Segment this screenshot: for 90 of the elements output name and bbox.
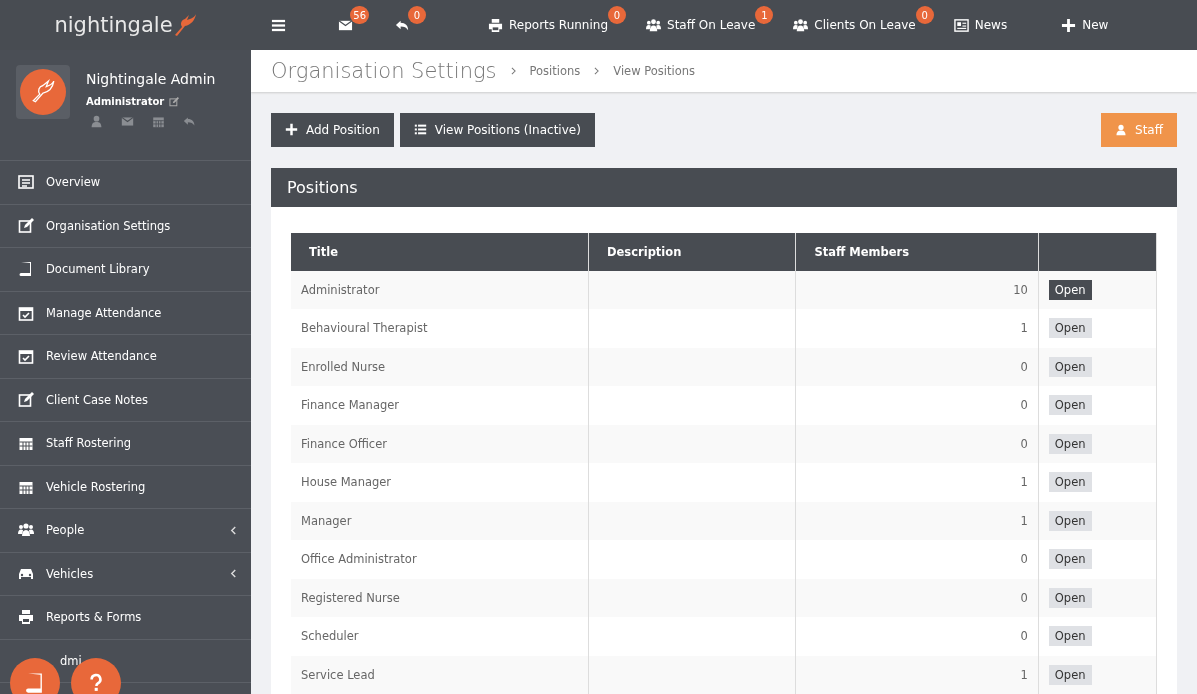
table-cell: 0 — [795, 347, 1039, 386]
open-button[interactable]: Open — [1048, 395, 1092, 416]
group-icon — [646, 17, 662, 33]
open-button[interactable]: Open — [1048, 472, 1092, 493]
open-button[interactable]: Open — [1048, 279, 1092, 300]
newspaper-icon — [953, 17, 969, 33]
table-cell: 1 — [795, 501, 1039, 540]
user-role: Administrator — [86, 96, 165, 107]
breadcrumb-link[interactable]: Positions — [529, 63, 581, 78]
table-cell: 0 — [795, 617, 1039, 656]
sidebar-item[interactable]: Staff Rostering — [0, 422, 251, 466]
group-icon — [18, 522, 34, 539]
topbar-button[interactable]: New — [1055, 0, 1115, 50]
logo-text: nightingale — [54, 13, 173, 37]
envelope-icon[interactable] — [121, 115, 134, 128]
column-header: Title — [291, 232, 589, 271]
table-cell: House Manager — [291, 463, 589, 502]
table-cell: 10 — [795, 270, 1039, 309]
person-icon — [1115, 123, 1128, 136]
open-button[interactable]: Open — [1048, 587, 1092, 608]
page-title: Organisation Settings — [271, 58, 497, 83]
user-name: Nightingale Admin — [86, 71, 216, 87]
table-cell: 0 — [795, 424, 1039, 463]
count-badge: 0 — [915, 6, 934, 24]
calendar-icon — [18, 435, 34, 452]
count-badge: 1 — [755, 6, 774, 24]
edit-icon — [18, 217, 34, 234]
table-cell: 0 — [795, 386, 1039, 425]
table-cell: Finance Officer — [291, 424, 589, 463]
count-badge: 0 — [608, 6, 627, 24]
panel-title: Positions — [271, 167, 1177, 207]
sidebar-item[interactable]: Reports & Forms — [0, 596, 251, 640]
open-button[interactable]: Open — [1048, 433, 1092, 454]
sidebar-item[interactable]: Review Attendance — [0, 335, 251, 379]
table-cell: Service Lead — [291, 655, 589, 694]
table-cell: Enrolled Nurse — [291, 347, 589, 386]
count-badge: 56 — [350, 6, 369, 24]
person-icon[interactable] — [90, 115, 103, 128]
table-cell: Registered Nurse — [291, 578, 589, 617]
count-badge: 0 — [408, 6, 426, 24]
menu-icon — [271, 17, 286, 33]
open-button[interactable]: Open — [1048, 549, 1092, 570]
open-button[interactable]: Open — [1048, 510, 1092, 531]
sidebar-item[interactable]: Vehicles — [0, 552, 251, 596]
reply-arrow-icon[interactable] — [183, 115, 196, 128]
table-cell: 0 — [795, 540, 1039, 579]
table-cell: 1 — [795, 655, 1039, 694]
calendar-check-icon — [18, 304, 34, 321]
action-button[interactable]: Add Position — [271, 112, 394, 147]
table-cell: 1 — [795, 309, 1039, 348]
table-cell: Administrator — [291, 270, 589, 309]
question-mark-icon — [89, 673, 103, 693]
pencil-icon — [169, 96, 180, 107]
sidebar-item[interactable]: Vehicle Rostering — [0, 465, 251, 509]
table-cell: Scheduler — [291, 617, 589, 656]
table-cell: Manager — [291, 501, 589, 540]
sidebar-item[interactable]: Client Case Notes — [0, 378, 251, 422]
plus-icon — [285, 123, 298, 136]
column-header: Description — [588, 232, 796, 271]
sidebar-item[interactable]: Manage Attendance — [0, 291, 251, 335]
plus-icon — [1061, 17, 1077, 33]
column-header: Staff Members — [795, 232, 1039, 271]
list-icon — [18, 174, 34, 191]
envelope-icon — [338, 17, 353, 33]
breadcrumb-link[interactable]: View Positions — [613, 63, 696, 78]
calendar-icon[interactable] — [152, 115, 165, 128]
open-button[interactable]: Open — [1048, 626, 1092, 647]
group-icon — [793, 17, 809, 33]
calendar-check-icon — [18, 348, 34, 365]
edit-icon — [18, 391, 34, 408]
open-button[interactable]: Open — [1048, 318, 1092, 339]
topbar-button[interactable]: News — [947, 0, 1014, 50]
table-cell: Office Administrator — [291, 540, 589, 579]
printer-icon — [488, 17, 503, 33]
sidebar-item[interactable]: People — [0, 509, 251, 553]
action-button[interactable]: View Positions (Inactive) — [399, 112, 595, 147]
chevron-right-icon — [594, 66, 600, 75]
table-cell: Finance Manager — [291, 386, 589, 425]
printer-icon — [18, 609, 34, 626]
sidebar-item[interactable]: Document Library — [0, 248, 251, 292]
open-button[interactable]: Open — [1048, 356, 1092, 377]
chevron-right-icon — [510, 66, 516, 75]
table-cell: 0 — [795, 578, 1039, 617]
help-book-button[interactable] — [10, 658, 60, 694]
list-icon — [413, 123, 427, 136]
table-cell: Behavioural Therapist — [291, 309, 589, 348]
sidebar-item[interactable]: Organisation Settings — [0, 204, 251, 248]
open-button[interactable]: Open — [1048, 664, 1092, 685]
sidebar-item[interactable]: Overview — [0, 161, 251, 205]
table-cell: 1 — [795, 463, 1039, 502]
